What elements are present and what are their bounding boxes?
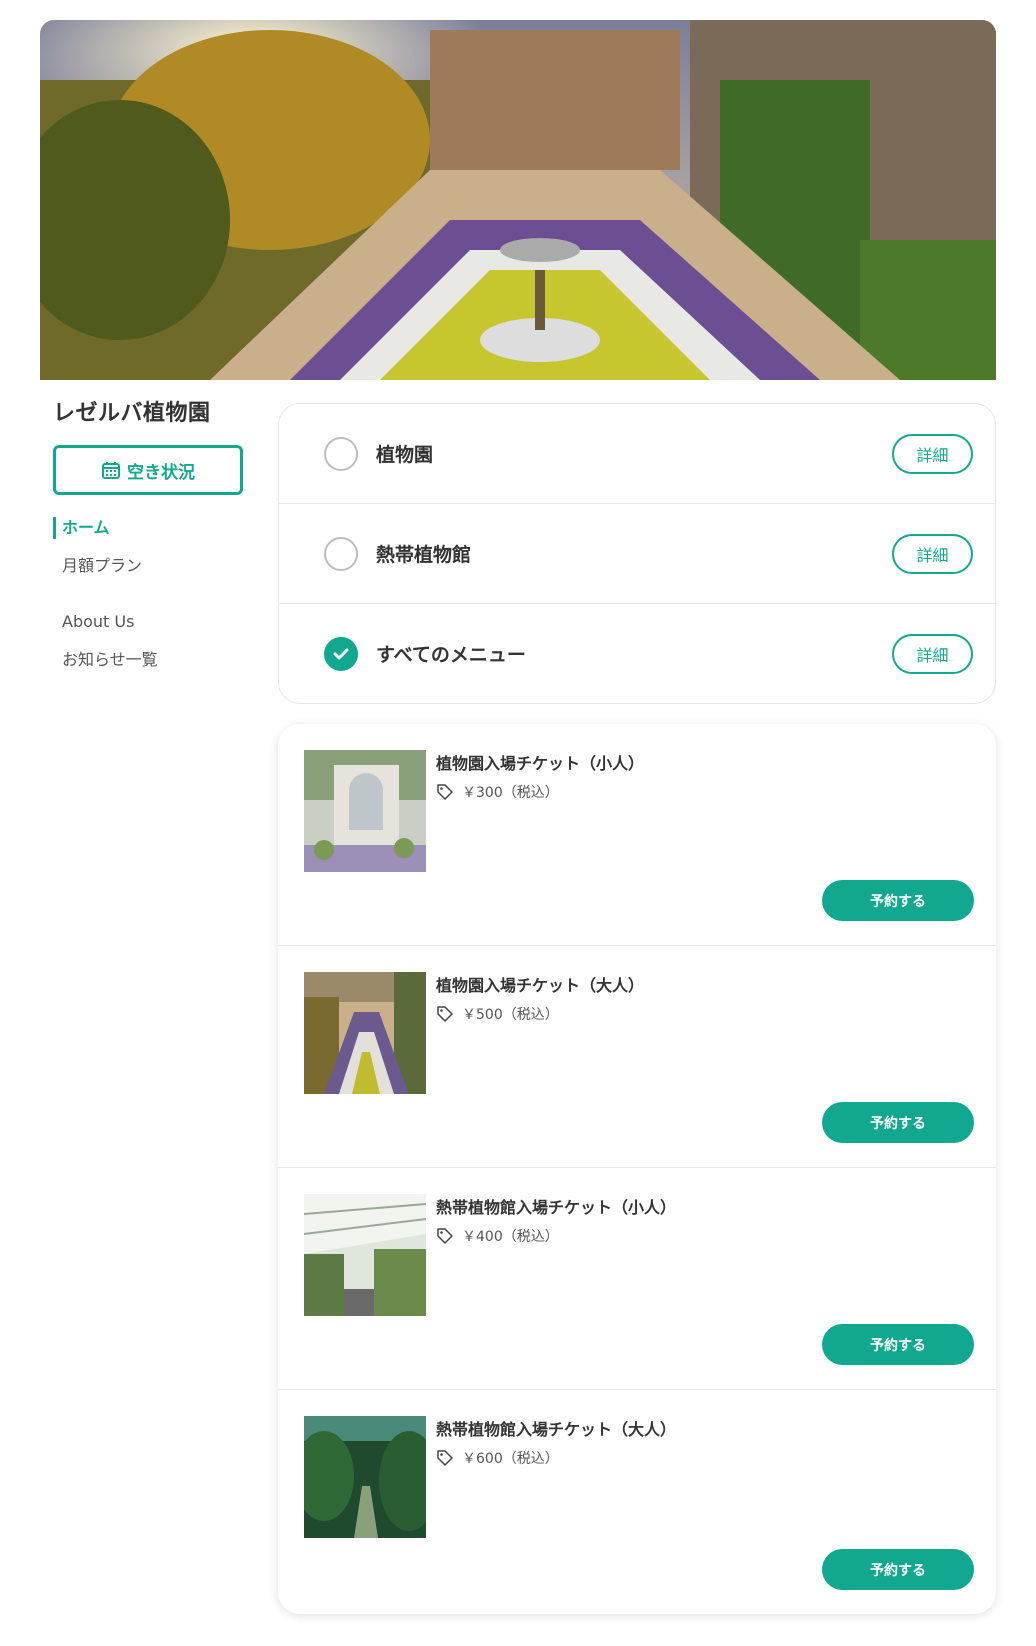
category-option-garden[interactable]: 植物園 詳細 — [279, 404, 995, 504]
nav-item-about-us[interactable]: About Us — [53, 611, 248, 649]
product-card: 熱帯植物館入場チケット（大人） ￥600（税込） 予約する — [278, 1390, 996, 1614]
product-price-text: ￥300（税込） — [462, 785, 559, 801]
nav-item-news[interactable]: お知らせ一覧 — [53, 649, 248, 687]
product-thumbnail-jungle — [304, 1416, 426, 1538]
detail-button[interactable]: 詳細 — [892, 433, 973, 474]
checkmark-icon — [333, 648, 349, 659]
price-tag-icon — [437, 1450, 453, 1466]
availability-button[interactable]: 空き状況 — [53, 445, 243, 495]
radio-checked-icon[interactable] — [324, 636, 358, 671]
product-price: ￥400（税込） — [436, 1226, 559, 1246]
category-list: 植物園 詳細 熱帯植物館 詳細 すべてのメニュー 詳細 — [278, 403, 996, 704]
site-title: レゼルバ植物園 — [53, 401, 211, 426]
radio-unchecked-icon[interactable] — [324, 436, 358, 471]
product-card: 熱帯植物館入場チケット（小人） ￥400（税込） 予約する — [278, 1168, 996, 1390]
product-price-text: ￥600（税込） — [462, 1451, 559, 1467]
reserve-button[interactable]: 予約する — [822, 1102, 974, 1143]
product-price-text: ￥400（税込） — [462, 1229, 559, 1245]
category-label: すべてのメニュー — [376, 644, 526, 666]
product-thumbnail-gazebo — [304, 750, 426, 872]
product-card: 植物園入場チケット（小人） ￥300（税込） 予約する — [278, 724, 996, 946]
product-list: 植物園入場チケット（小人） ￥300（税込） 予約する 植物園入場チケット（大人… — [278, 724, 996, 1614]
sidebar-nav: ホーム 月額プラン About Us お知らせ一覧 — [53, 517, 248, 687]
product-thumbnail-greenhouse — [304, 1194, 426, 1316]
reserve-button[interactable]: 予約する — [822, 1324, 974, 1365]
hero-image — [40, 20, 996, 380]
category-label: 熱帯植物館 — [376, 544, 472, 566]
calendar-icon — [102, 462, 120, 479]
product-name: 植物園入場チケット（小人） — [436, 754, 645, 773]
detail-button[interactable]: 詳細 — [892, 633, 973, 674]
availability-button-label: 空き状況 — [127, 462, 195, 483]
product-thumbnail-garden — [304, 972, 426, 1094]
product-card: 植物園入場チケット（大人） ￥500（税込） 予約する — [278, 946, 996, 1168]
product-name: 熱帯植物館入場チケット（大人） — [436, 1420, 677, 1439]
reserve-button[interactable]: 予約する — [822, 1549, 974, 1590]
detail-button[interactable]: 詳細 — [892, 533, 973, 574]
price-tag-icon — [437, 1006, 453, 1022]
price-tag-icon — [437, 784, 453, 800]
category-option-tropical[interactable]: 熱帯植物館 詳細 — [279, 504, 995, 604]
radio-unchecked-icon[interactable] — [324, 536, 358, 571]
sidebar: レゼルバ植物園 空き状況 ホーム 月額プラン About Us お知らせ一覧 — [53, 395, 248, 687]
product-name: 植物園入場チケット（大人） — [436, 976, 645, 995]
product-price: ￥300（税込） — [436, 782, 559, 802]
nav-item-home[interactable]: ホーム — [53, 517, 248, 555]
product-price-text: ￥500（税込） — [462, 1007, 559, 1023]
product-price: ￥500（税込） — [436, 1004, 559, 1024]
product-price: ￥600（税込） — [436, 1448, 559, 1468]
price-tag-icon — [437, 1228, 453, 1244]
category-option-all[interactable]: すべてのメニュー 詳細 — [279, 604, 995, 703]
product-name: 熱帯植物館入場チケット（小人） — [436, 1198, 677, 1217]
reserve-button[interactable]: 予約する — [822, 880, 974, 921]
category-label: 植物園 — [376, 444, 434, 466]
nav-item-monthly-plan[interactable]: 月額プラン — [53, 555, 248, 593]
